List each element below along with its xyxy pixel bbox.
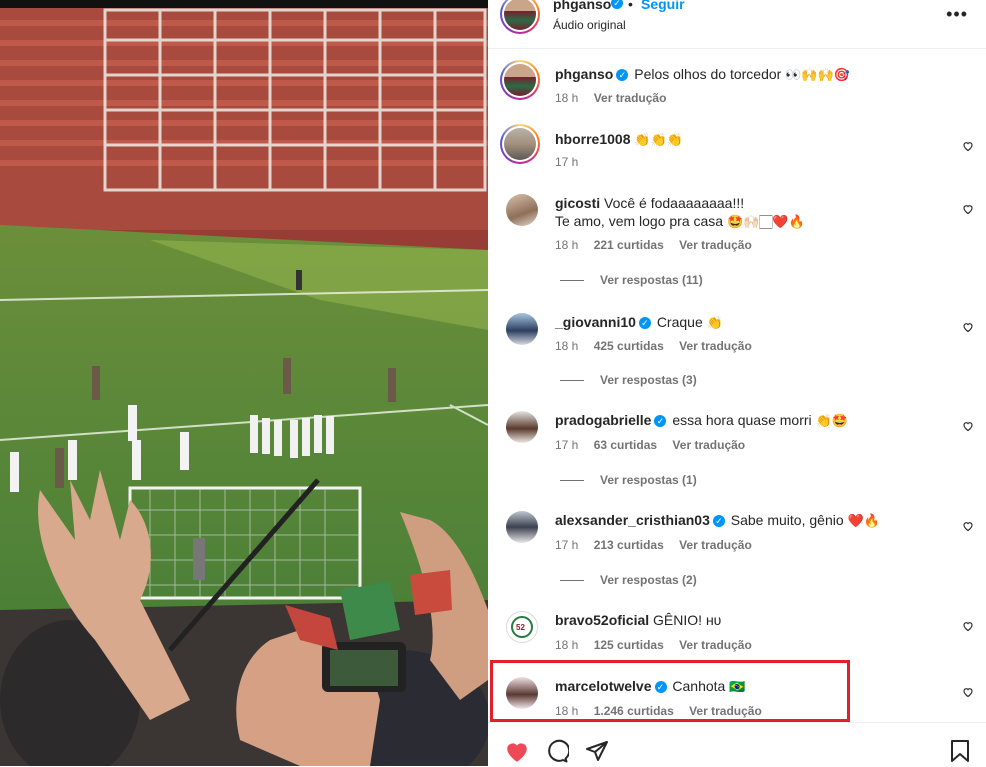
share-icon[interactable]	[585, 739, 609, 763]
dot-separator: •	[628, 0, 633, 12]
comments-panel: phganso ✓ • Seguir Áudio original ••• ph…	[488, 0, 986, 766]
comment-icon[interactable]	[545, 739, 569, 763]
audio-label[interactable]: Áudio original	[553, 18, 626, 32]
comment-translate-link[interactable]: Ver tradução	[679, 638, 752, 652]
comment-text: Você é fodaaaaaaaa!!!	[604, 195, 745, 211]
comment-emojis: 🤩🙌🏻🏻❤️🔥	[726, 214, 805, 229]
comment-likes[interactable]: 221 curtidas	[594, 238, 664, 252]
commenter-avatar[interactable]: 52	[506, 611, 538, 643]
commenter-avatar[interactable]	[506, 194, 538, 226]
comment-item: pradogabrielle ✓ essa hora quase morri 👏🤩…	[488, 410, 986, 490]
comment-item: _giovanni10 ✓ Craque 👏 18 h 425 curtidas …	[488, 310, 986, 390]
heart-outline-icon[interactable]	[962, 620, 974, 632]
author-username[interactable]: phganso	[553, 0, 611, 12]
highlight-box	[490, 660, 850, 722]
comment-emojis: 👏👏👏	[634, 132, 683, 147]
view-replies-button[interactable]: Ver respostas (2)	[560, 573, 697, 587]
comment-translate-link[interactable]: Ver tradução	[679, 339, 752, 353]
comment-item: 52 bravo52oficial GÊNIO! ʜᴜ 18 h 125 cur…	[488, 610, 986, 656]
comment-item: hborre1008 👏👏👏 17 h	[488, 124, 986, 174]
comment-time[interactable]: 17 h	[555, 538, 578, 552]
stadium-video-frame	[0, 0, 488, 766]
comment-translate-link[interactable]: Ver tradução	[679, 538, 752, 552]
commenter-avatar[interactable]	[506, 313, 538, 345]
commenter-avatar[interactable]	[506, 411, 538, 443]
heart-outline-icon[interactable]	[962, 140, 974, 152]
comment-text: essa hora quase morri	[672, 412, 812, 428]
heart-outline-icon[interactable]	[962, 420, 974, 432]
comment-time[interactable]: 18 h	[555, 638, 578, 652]
more-horizontal-icon[interactable]: •••	[946, 4, 968, 25]
verified-badge-icon: ✓	[654, 415, 667, 428]
comment-username[interactable]: pradogabrielle	[555, 412, 651, 428]
comment-time[interactable]: 18 h	[555, 339, 578, 353]
comment-text-line2: Te amo, vem logo pra casa	[555, 213, 724, 229]
follow-button[interactable]: Seguir	[641, 0, 685, 12]
caption-time[interactable]: 18 h	[555, 91, 578, 105]
comment-text: Sabe muito, gênio	[730, 512, 844, 528]
caption-text: Pelos olhos do torcedor	[634, 66, 782, 82]
comment-translate-link[interactable]: Ver tradução	[672, 438, 745, 452]
commenter-avatar[interactable]	[506, 511, 538, 543]
bookmark-icon[interactable]	[950, 739, 970, 763]
author-avatar[interactable]	[500, 0, 540, 34]
replies-label: Ver respostas (2)	[600, 573, 697, 587]
replies-label: Ver respostas (1)	[600, 473, 697, 487]
heart-outline-icon[interactable]	[962, 520, 974, 532]
heart-outline-icon[interactable]	[962, 686, 974, 698]
caption-username[interactable]: phganso	[555, 66, 613, 82]
comment-emojis: ❤️🔥	[847, 513, 880, 528]
comment-emojis: 👏🤩	[815, 413, 848, 428]
comment-likes[interactable]: 425 curtidas	[594, 339, 664, 353]
comment-time[interactable]: 18 h	[555, 238, 578, 252]
verified-badge-icon: ✓	[712, 515, 725, 528]
replies-label: Ver respostas (3)	[600, 373, 697, 387]
comment-item: alexsander_cristhian03 ✓ Sabe muito, gêni…	[488, 510, 986, 590]
verified-badge-icon: ✓	[616, 69, 629, 82]
view-replies-button[interactable]: Ver respostas (3)	[560, 373, 697, 387]
comment-emojis: 👏	[706, 315, 723, 330]
comment-likes[interactable]: 63 curtidas	[594, 438, 657, 452]
comment-text: GÊNIO! ʜᴜ	[653, 612, 722, 628]
post-video[interactable]	[0, 0, 488, 766]
verified-badge-icon: ✓	[638, 317, 651, 330]
verified-badge-icon: ✓	[611, 0, 623, 9]
comment-item: gicosti Você é fodaaaaaaaa!!! Te amo, ve…	[488, 190, 986, 290]
caption-translate-link[interactable]: Ver tradução	[594, 91, 667, 105]
comment-likes[interactable]: 213 curtidas	[594, 538, 664, 552]
post-header: phganso ✓ • Seguir Áudio original •••	[488, 0, 986, 49]
comment-time[interactable]: 17 h	[555, 438, 578, 452]
comment-text: Craque	[656, 314, 703, 330]
comment-username[interactable]: hborre1008	[555, 131, 630, 147]
heart-filled-icon[interactable]	[504, 739, 530, 763]
view-replies-button[interactable]: Ver respostas (11)	[560, 273, 703, 287]
comment-username[interactable]: _giovanni10	[555, 314, 636, 330]
comment-username[interactable]: gicosti	[555, 195, 600, 211]
comment-likes[interactable]: 125 curtidas	[594, 638, 664, 652]
comment-translate-link[interactable]: Ver tradução	[679, 238, 752, 252]
post-action-bar	[488, 722, 986, 767]
comment-username[interactable]: alexsander_cristhian03	[555, 512, 710, 528]
post-caption: phganso ✓ Pelos olhos do torcedor 👀🙌🙌🎯 18…	[488, 60, 986, 116]
comment-username[interactable]: bravo52oficial	[555, 612, 649, 628]
caption-avatar[interactable]	[500, 60, 540, 100]
view-replies-button[interactable]: Ver respostas (1)	[560, 473, 697, 487]
replies-label: Ver respostas (11)	[600, 273, 703, 287]
heart-outline-icon[interactable]	[962, 203, 974, 215]
heart-outline-icon[interactable]	[962, 321, 974, 333]
comment-time[interactable]: 17 h	[555, 155, 578, 169]
commenter-avatar[interactable]	[500, 124, 540, 164]
caption-emojis: 👀🙌🙌🎯	[785, 67, 850, 82]
